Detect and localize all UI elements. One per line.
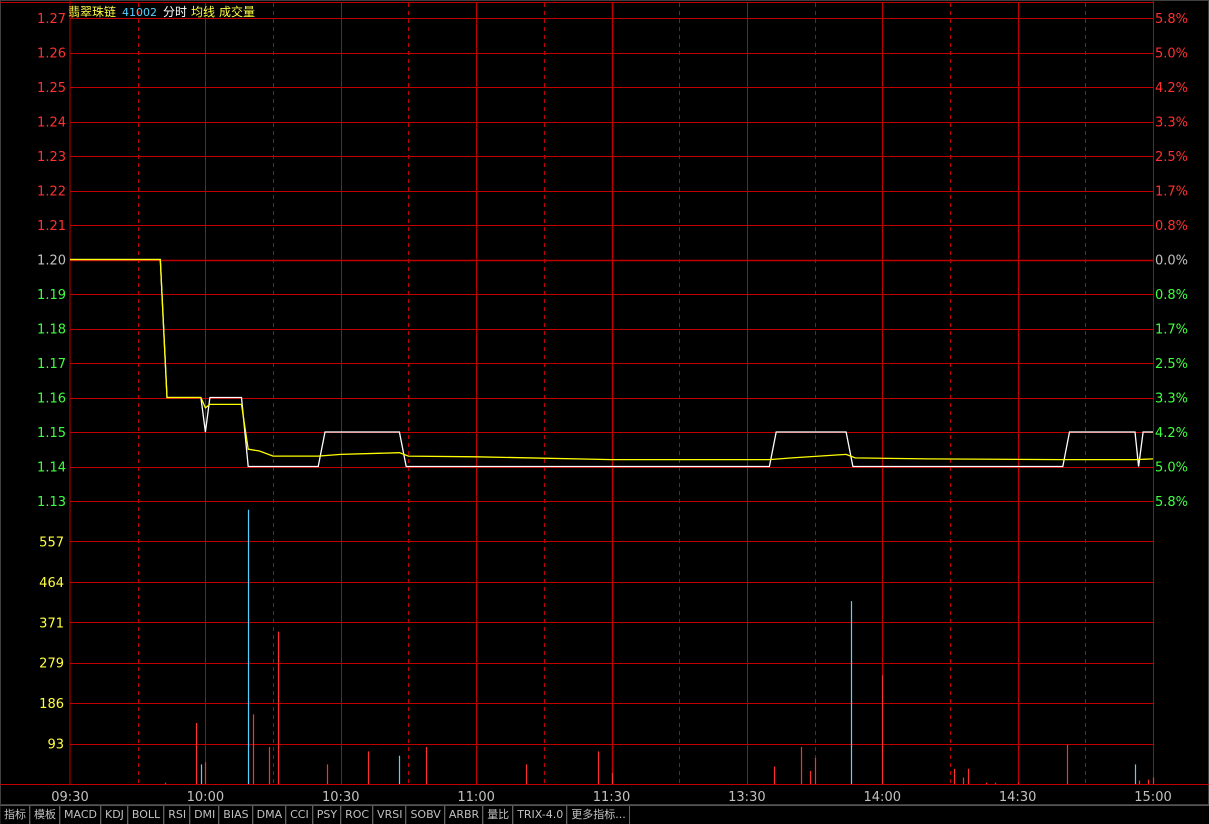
indicator-tab[interactable]: TRIX-4.0 bbox=[513, 806, 568, 824]
percent-tick-label: 2.5% bbox=[1155, 150, 1188, 165]
time-tick-label: 10:30 bbox=[322, 790, 359, 805]
price-tick-label: 1.23 bbox=[37, 150, 66, 165]
label-timeshare: 分时 bbox=[163, 5, 188, 19]
percent-tick-label: 5.0% bbox=[1155, 47, 1188, 62]
time-tick-label: 15:00 bbox=[1134, 790, 1171, 805]
time-axis-labels: 09:30 10:00 10:30 11:00 11:30 13:30 14:00 14:30… bbox=[51, 790, 1171, 805]
volume-tick-label: 557 bbox=[39, 535, 64, 550]
volume-tick-label: 279 bbox=[39, 657, 64, 672]
indicator-tab[interactable]: SOBV bbox=[406, 806, 445, 824]
price-tick-label: 1.20 bbox=[37, 254, 66, 269]
chart-header: 翡翠珠链 41002 分时 均线 成交量 bbox=[68, 3, 261, 20]
percent-tick-label: 3.3% bbox=[1155, 392, 1188, 407]
indicator-tab[interactable]: RSI bbox=[164, 806, 191, 824]
stock-name: 翡翠珠链 bbox=[68, 5, 117, 19]
price-tick-label: 1.26 bbox=[37, 47, 66, 62]
label-volume: 成交量 bbox=[219, 5, 256, 19]
percent-axis-labels: 5.8% 5.0% 4.2% 3.3% 2.5% 1.7% 0.8% 0.0% 0.8% 1.7%… bbox=[1155, 12, 1188, 510]
price-axis-labels: 1.27 1.26 1.25 1.24 1.23 1.22 1.21 1.20 1.19 1.18… bbox=[37, 12, 66, 510]
percent-tick-label: 1.7% bbox=[1155, 185, 1188, 200]
percent-tick-label: 3.3% bbox=[1155, 116, 1188, 131]
indicator-tab[interactable]: CCI bbox=[286, 806, 313, 824]
timeshare-chart[interactable]: 1.27 1.26 1.25 1.24 1.23 1.22 1.21 1.20 1.19 1.18… bbox=[0, 0, 1209, 805]
volume-tick-label: 464 bbox=[39, 576, 64, 591]
indicator-tab[interactable]: 模板 bbox=[30, 806, 60, 824]
indicator-tab[interactable]: VRSI bbox=[373, 806, 407, 824]
volume-tick-label: 186 bbox=[39, 697, 64, 712]
price-tick-label: 1.21 bbox=[37, 219, 66, 234]
percent-tick-label: 5.8% bbox=[1155, 12, 1188, 27]
price-tick-label: 1.22 bbox=[37, 185, 66, 200]
time-tick-label: 11:30 bbox=[593, 790, 630, 805]
percent-tick-label: 2.5% bbox=[1155, 357, 1188, 372]
stock-code: 41002 bbox=[122, 6, 158, 19]
indicator-tab[interactable]: ARBR bbox=[444, 806, 484, 824]
time-tick-label: 11:00 bbox=[457, 790, 494, 805]
price-tick-label: 1.24 bbox=[37, 116, 66, 131]
percent-tick-label: 4.2% bbox=[1155, 81, 1188, 96]
indicator-tab[interactable]: ROC bbox=[341, 806, 374, 824]
indicator-tab[interactable]: MACD bbox=[60, 806, 101, 824]
percent-tick-label: 0.8% bbox=[1155, 288, 1188, 303]
time-tick-label: 10:00 bbox=[187, 790, 224, 805]
percent-tick-label: 4.2% bbox=[1155, 426, 1188, 441]
price-tick-label: 1.16 bbox=[37, 392, 66, 407]
indicator-tab[interactable]: 指标 bbox=[0, 806, 30, 824]
indicator-tab[interactable]: KDJ bbox=[100, 806, 128, 824]
price-tick-label: 1.13 bbox=[37, 495, 66, 510]
time-tick-label: 14:30 bbox=[999, 790, 1036, 805]
percent-tick-label: 5.8% bbox=[1155, 495, 1188, 510]
price-tick-label: 1.15 bbox=[37, 426, 66, 441]
time-tick-label: 14:00 bbox=[864, 790, 901, 805]
indicator-tab[interactable]: BIAS bbox=[219, 806, 253, 824]
price-tick-label: 1.14 bbox=[37, 461, 66, 476]
indicator-tab-bar: 指标 模板 MACD KDJ BOLL RSI DMI BIAS DMA CCI PSY ROC VRS… bbox=[0, 805, 1209, 824]
volume-tick-label: 93 bbox=[47, 738, 64, 753]
price-tick-label: 1.17 bbox=[37, 357, 66, 372]
price-tick-label: 1.18 bbox=[37, 323, 66, 338]
indicator-tab[interactable]: DMI bbox=[190, 806, 220, 824]
time-tick-label: 13:30 bbox=[728, 790, 765, 805]
percent-tick-label: 0.8% bbox=[1155, 219, 1188, 234]
price-tick-label: 1.19 bbox=[37, 288, 66, 303]
percent-tick-label: 0.0% bbox=[1155, 254, 1188, 269]
percent-tick-label: 5.0% bbox=[1155, 461, 1188, 476]
price-tick-label: 1.25 bbox=[37, 81, 66, 96]
percent-tick-label: 1.7% bbox=[1155, 323, 1188, 338]
indicator-tab[interactable]: BOLL bbox=[127, 806, 165, 824]
time-tick-label: 09:30 bbox=[51, 790, 88, 805]
label-avg: 均线 bbox=[191, 5, 216, 19]
indicator-tab[interactable]: 量比 bbox=[483, 806, 514, 824]
volume-tick-label: 371 bbox=[39, 616, 64, 631]
price-tick-label: 1.27 bbox=[37, 12, 66, 27]
indicator-tab[interactable]: 更多指标... bbox=[567, 806, 630, 824]
indicator-tab[interactable]: DMA bbox=[252, 806, 287, 824]
indicator-tab[interactable]: PSY bbox=[312, 806, 342, 824]
